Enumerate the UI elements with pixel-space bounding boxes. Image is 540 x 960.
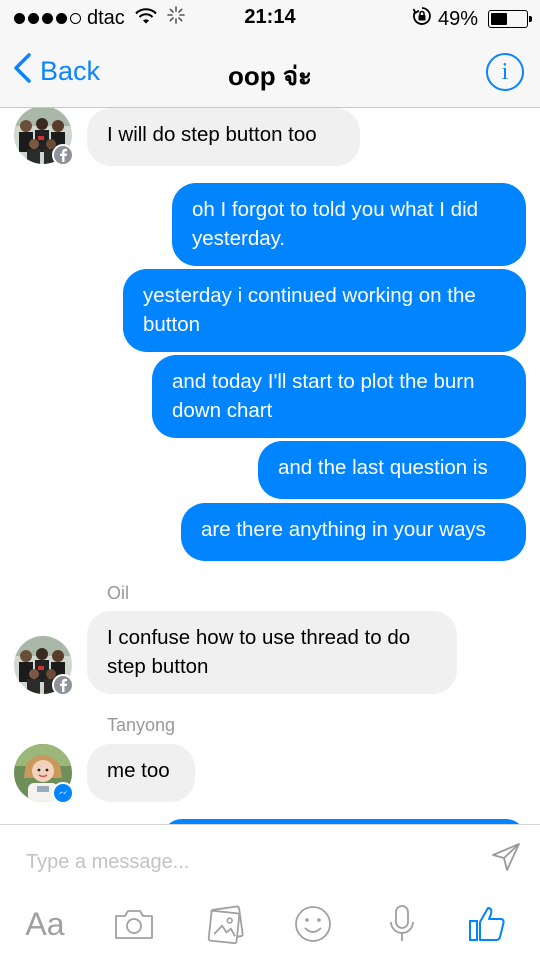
status-right: 49% bbox=[412, 6, 532, 32]
microphone-icon[interactable] bbox=[380, 899, 424, 949]
status-bar: dtac 21:14 49% bbox=[0, 0, 540, 36]
battery-percent: 49% bbox=[437, 7, 478, 30]
like-icon[interactable] bbox=[462, 899, 512, 949]
message-list[interactable]: I will do step button too oh I forgot to… bbox=[0, 108, 540, 824]
message-bubble[interactable]: and today I'll start to plot the burn do… bbox=[152, 355, 526, 438]
rotation-lock-icon bbox=[412, 6, 432, 32]
avatar[interactable] bbox=[14, 636, 74, 696]
message-bubble[interactable]: I will do step button too bbox=[87, 108, 360, 166]
message-bubble[interactable]: I confuse how to use thread to do step b… bbox=[87, 611, 457, 694]
battery-icon bbox=[488, 10, 532, 28]
gallery-icon[interactable] bbox=[200, 899, 252, 949]
messenger-badge-icon bbox=[52, 782, 74, 804]
text-format-button[interactable]: Aa bbox=[20, 899, 70, 949]
emoji-icon[interactable] bbox=[288, 899, 338, 949]
battery-level bbox=[491, 13, 508, 25]
composer-toolbar: Aa bbox=[0, 899, 540, 949]
sender-name: Tanyong bbox=[107, 715, 176, 735]
camera-icon[interactable] bbox=[108, 899, 160, 949]
sender-name: Oil bbox=[107, 583, 129, 603]
message-bubble[interactable]: me too bbox=[87, 744, 195, 802]
conversation-title: oop จ่ะ bbox=[227, 61, 313, 91]
message-bubble[interactable]: are there anything in your ways bbox=[181, 503, 526, 561]
facebook-badge-icon bbox=[52, 144, 74, 166]
info-icon[interactable]: i bbox=[486, 53, 524, 91]
message-bubble[interactable]: yesterday i continued working on the but… bbox=[123, 269, 526, 352]
nav-bar: Back oop จ่ะ i bbox=[0, 36, 540, 108]
avatar[interactable] bbox=[14, 744, 74, 804]
message-bubble[interactable]: and the last question is bbox=[258, 441, 526, 499]
message-bubble[interactable]: oh I forgot to told you what I did yeste… bbox=[172, 183, 526, 266]
avatar[interactable] bbox=[14, 108, 74, 166]
message-input[interactable] bbox=[26, 847, 446, 877]
send-icon[interactable] bbox=[490, 841, 522, 878]
facebook-badge-icon bbox=[52, 674, 74, 696]
composer: Aa bbox=[0, 824, 540, 960]
